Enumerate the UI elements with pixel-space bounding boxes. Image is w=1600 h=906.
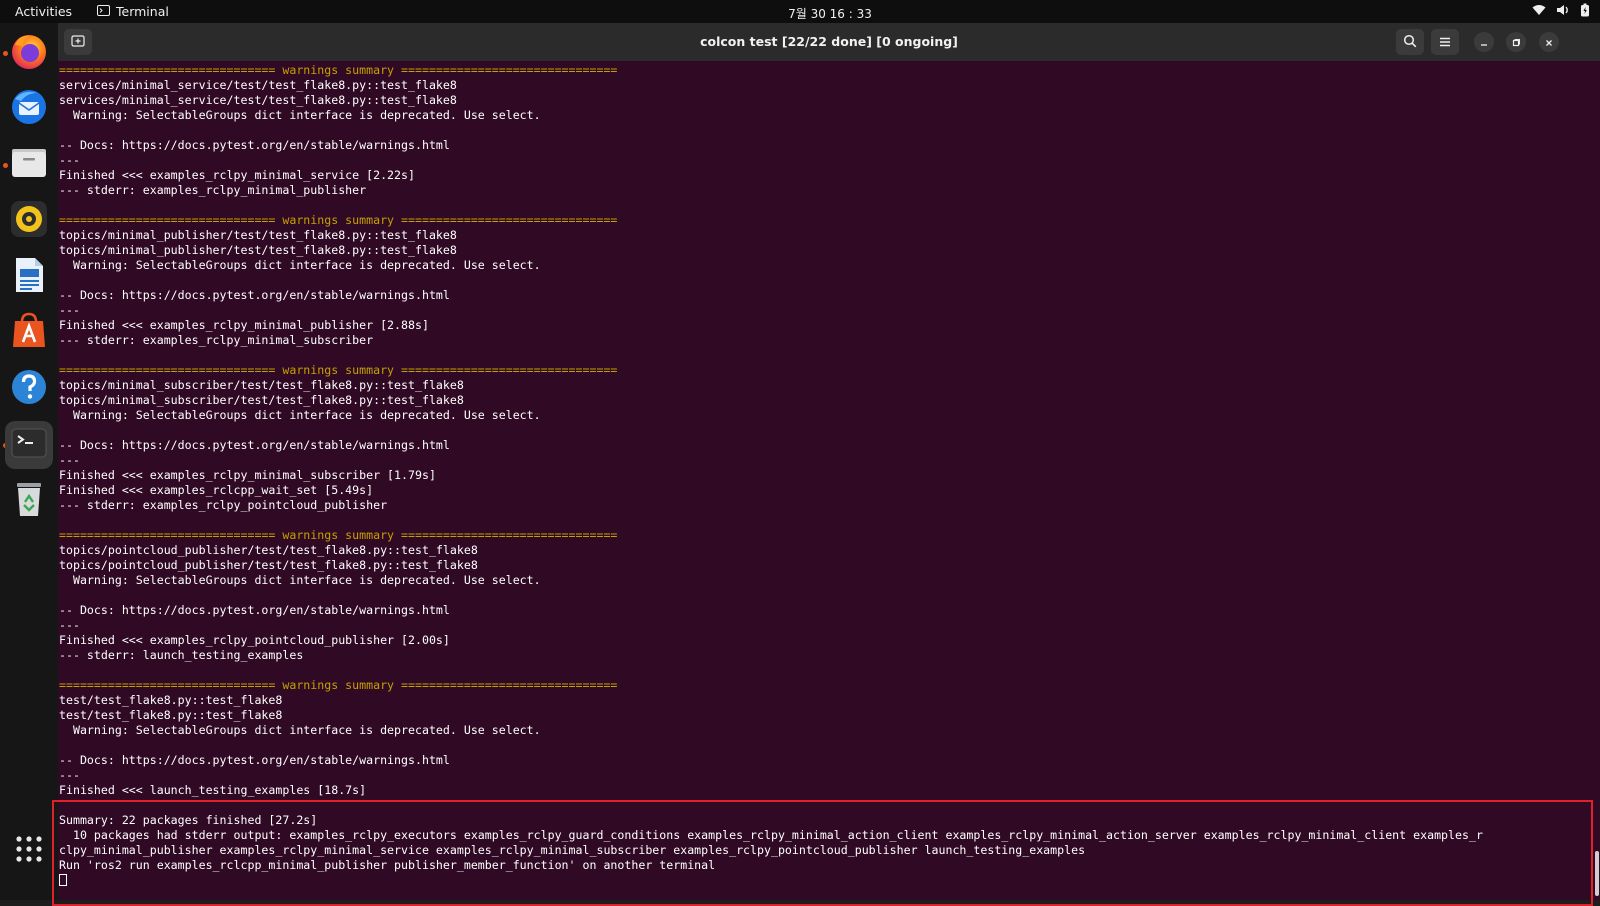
terminal-line: test/test_flake8.py::test_flake8 — [59, 708, 283, 722]
window-titlebar[interactable]: colcon test [22/22 done] [0 ongoing] — [58, 23, 1600, 61]
dock-app-center[interactable] — [5, 309, 53, 357]
terminal-line: Finished <<< examples_rclcpp_wait_set [5… — [59, 483, 374, 497]
terminal-line: --- — [59, 153, 80, 167]
terminal-line: -- Docs: https://docs.pytest.org/en/stab… — [59, 603, 450, 617]
prompt-line[interactable] — [59, 873, 1483, 888]
dock-trash[interactable] — [5, 477, 53, 525]
volume-icon — [1556, 4, 1570, 16]
window-title: colcon test [22/22 done] [0 ongoing] — [700, 34, 958, 49]
dock-thunderbird[interactable] — [5, 85, 53, 133]
terminal-line: --- — [59, 303, 80, 317]
dock-rhythmbox[interactable] — [5, 197, 53, 245]
terminal-line: =============================== warnings… — [59, 678, 618, 692]
terminal-line: -- Docs: https://docs.pytest.org/en/stab… — [59, 138, 450, 152]
search-icon — [1403, 33, 1417, 52]
terminal-line: topics/minimal_publisher/test/test_flake… — [59, 228, 457, 242]
terminal-line: -- Docs: https://docs.pytest.org/en/stab… — [59, 288, 450, 302]
files-icon — [9, 143, 49, 187]
terminal-line: Run 'ros2 run examples_rclcpp_minimal_pu… — [59, 858, 716, 872]
search-button[interactable] — [1396, 29, 1424, 55]
close-icon — [1544, 33, 1554, 52]
restore-icon — [1511, 33, 1521, 52]
terminal-line: topics/pointcloud_publisher/test/test_fl… — [59, 543, 478, 557]
system-status-area[interactable] — [1532, 3, 1590, 17]
terminal-line: =============================== warnings… — [59, 363, 618, 377]
dock-show-apps[interactable] — [5, 827, 53, 875]
dock-help[interactable] — [5, 365, 53, 413]
terminal-line: Finished <<< examples_rclpy_pointcloud_p… — [59, 633, 450, 647]
terminal-window: colcon test [22/22 done] [0 ongoing] ===… — [52, 23, 1600, 906]
terminal-line: Warning: SelectableGroups dict interface… — [59, 408, 541, 422]
terminal-line: --- stderr: examples_rclpy_pointcloud_pu… — [59, 498, 388, 512]
text-cursor — [59, 874, 67, 886]
terminal-line: Warning: SelectableGroups dict interface… — [59, 723, 541, 737]
top-bar: Activities Terminal 7월 30 16 : 33 — [0, 0, 1600, 23]
dock-firefox[interactable] — [5, 29, 53, 77]
close-button[interactable] — [1539, 32, 1559, 52]
terminal-line: test/test_flake8.py::test_flake8 — [59, 693, 283, 707]
terminal-line: Finished <<< examples_rclpy_minimal_publ… — [59, 318, 429, 332]
terminal-line: =============================== warnings… — [59, 528, 618, 542]
trash-icon — [9, 479, 49, 523]
terminal-line: services/minimal_service/test/test_flake… — [59, 93, 457, 107]
menu-button[interactable] — [1431, 29, 1459, 55]
terminal-line: --- stderr: examples_rclpy_minimal_publi… — [59, 183, 367, 197]
scrollbar[interactable] — [1595, 851, 1599, 896]
wifi-icon — [1532, 4, 1546, 16]
minimize-button[interactable] — [1474, 32, 1494, 52]
terminal-line: -- Docs: https://docs.pytest.org/en/stab… — [59, 438, 450, 452]
terminal-line: Finished <<< examples_rclpy_minimal_subs… — [59, 468, 436, 482]
dock — [0, 23, 58, 900]
terminal-line: topics/minimal_subscriber/test/test_flak… — [59, 378, 464, 392]
thunderbird-icon — [9, 87, 49, 131]
clock[interactable]: 7월 30 16 : 33 — [0, 5, 1600, 22]
terminal-line: Warning: SelectableGroups dict interface… — [59, 258, 541, 272]
terminal-line: clpy_minimal_publisher examples_rclpy_mi… — [59, 843, 1086, 857]
terminal-line: --- — [59, 768, 80, 782]
terminal-line: --- stderr: examples_rclpy_minimal_subsc… — [59, 333, 374, 347]
terminal-line: services/minimal_service/test/test_flake… — [59, 78, 457, 92]
help-icon — [9, 367, 49, 411]
battery-icon — [1580, 3, 1590, 17]
terminal-line: topics/minimal_publisher/test/test_flake… — [59, 243, 457, 257]
terminal-line: 10 packages had stderr output: examples_… — [59, 828, 1483, 842]
minimize-icon — [1479, 33, 1489, 52]
terminal-line: Finished <<< launch_testing_examples [18… — [59, 783, 367, 797]
app-center-icon — [9, 311, 49, 355]
terminal-line: Warning: SelectableGroups dict interface… — [59, 108, 541, 122]
terminal-icon — [9, 423, 49, 467]
dock-writer[interactable] — [5, 253, 53, 301]
show-apps-grid-icon — [14, 834, 44, 868]
terminal-line: Warning: SelectableGroups dict interface… — [59, 573, 541, 587]
terminal-line: Finished <<< examples_rclpy_minimal_serv… — [59, 168, 415, 182]
firefox-icon — [9, 31, 49, 75]
terminal-line: =============================== warnings… — [59, 213, 618, 227]
terminal-line: -- Docs: https://docs.pytest.org/en/stab… — [59, 753, 450, 767]
libreoffice-writer-icon — [9, 255, 49, 299]
terminal-line: Summary: 22 packages finished [27.2s] — [59, 813, 318, 827]
hamburger-menu-icon — [1439, 33, 1451, 52]
terminal-output-area[interactable]: =============================== warnings… — [52, 61, 1600, 906]
terminal-line: topics/minimal_subscriber/test/test_flak… — [59, 393, 464, 407]
maximize-button[interactable] — [1506, 32, 1526, 52]
terminal-line: --- — [59, 453, 80, 467]
terminal-line: topics/pointcloud_publisher/test/test_fl… — [59, 558, 478, 572]
terminal-text: =============================== warnings… — [59, 63, 1483, 888]
dock-files[interactable] — [5, 141, 53, 189]
terminal-line: --- — [59, 618, 80, 632]
terminal-line: =============================== warnings… — [59, 63, 618, 77]
terminal-line: --- stderr: launch_testing_examples — [59, 648, 304, 662]
dock-terminal[interactable] — [5, 421, 53, 469]
rhythmbox-icon — [9, 199, 49, 243]
